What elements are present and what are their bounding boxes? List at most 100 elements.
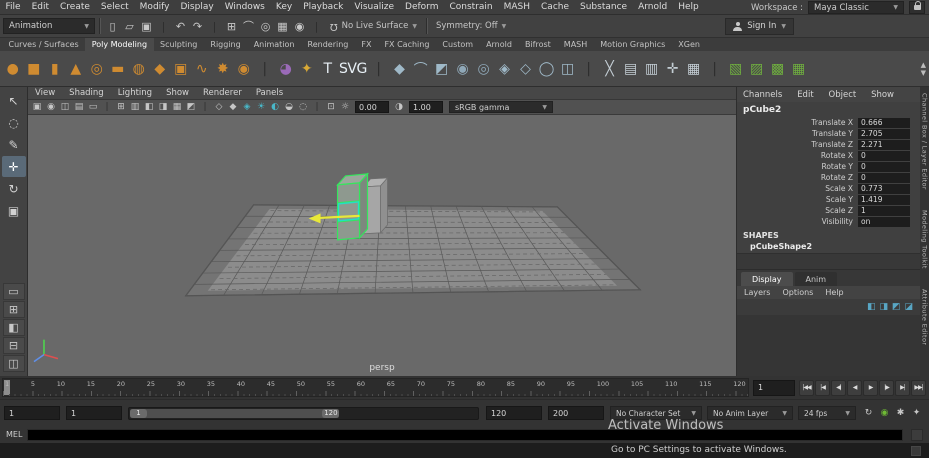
layer-options-icon[interactable]: ◪ xyxy=(904,302,913,312)
insert-edge-loop-icon[interactable]: ▤ xyxy=(620,54,641,84)
step-forward-frame-button[interactable]: ▶| xyxy=(895,379,910,396)
menu-item[interactable]: Playback xyxy=(298,2,349,12)
menu-item[interactable]: Substance xyxy=(575,2,633,12)
poly-cylinder-icon[interactable]: ▮ xyxy=(44,54,65,84)
poly-torus-icon[interactable]: ◎ xyxy=(86,54,107,84)
panel-menu-item[interactable]: Panels xyxy=(249,88,290,98)
poly-helix-icon[interactable]: ∿ xyxy=(191,54,212,84)
undo-icon[interactable]: ↶ xyxy=(172,18,189,35)
multi-cut-icon[interactable]: ╳ xyxy=(599,54,620,84)
shaded-icon[interactable]: ◆ xyxy=(226,101,240,114)
animation-preferences-icon[interactable]: ✱ xyxy=(893,406,908,421)
bevel-icon[interactable]: ◆ xyxy=(389,54,410,84)
gamma-field[interactable]: 1.00 xyxy=(409,101,443,113)
workspace-selector[interactable]: Maya Classic ▼ xyxy=(808,1,904,14)
channel-label[interactable]: Scale Z xyxy=(825,206,853,215)
layout-persp-graph[interactable]: ⊟ xyxy=(2,337,25,354)
poly-platonic-icon[interactable]: ◆ xyxy=(149,54,170,84)
shelf-tab[interactable]: Custom xyxy=(436,38,480,51)
save-scene-icon[interactable]: ▣ xyxy=(138,18,155,35)
channel-value-field[interactable]: 2.271 xyxy=(858,139,910,150)
channel-label[interactable]: Scale Y xyxy=(826,195,853,204)
snap-to-point-icon[interactable]: ◎ xyxy=(257,18,274,35)
range-slider[interactable]: 1 120 xyxy=(128,406,479,420)
quick-help-icon[interactable] xyxy=(911,445,921,456)
poly-disc-icon[interactable]: ◍ xyxy=(128,54,149,84)
channel-value-field[interactable]: on xyxy=(858,216,910,227)
super-ellipse-icon[interactable]: ✦ xyxy=(296,54,317,84)
layer-sort-icon[interactable]: ◧ xyxy=(867,302,876,312)
mirror-icon[interactable]: ◫ xyxy=(557,54,578,84)
type-tool-icon[interactable]: T xyxy=(317,54,338,84)
character-set-selector[interactable]: No Character Set ▼ xyxy=(610,406,702,420)
channel-box-menu-item[interactable]: Channels xyxy=(743,90,782,100)
channel-box-menu-item[interactable]: Show xyxy=(871,90,894,100)
viewport-canvas[interactable]: persp xyxy=(28,115,736,376)
range-start-handle[interactable]: 1 xyxy=(130,408,147,418)
extrude-icon[interactable]: ◩ xyxy=(431,54,452,84)
shelf-tab[interactable]: Rendering xyxy=(301,38,355,51)
sidebar-vertical-tab[interactable]: Modeling Toolkit xyxy=(921,210,929,269)
use-all-lights-icon[interactable]: ☀ xyxy=(254,101,268,114)
separator[interactable]: | xyxy=(578,54,599,84)
poly-pipe-icon[interactable]: ▣ xyxy=(170,54,191,84)
open-scene-icon[interactable]: ▱ xyxy=(121,18,138,35)
channel-value-field[interactable]: 0 xyxy=(858,161,910,172)
shelf-tab[interactable]: Poly Modeling xyxy=(85,38,154,51)
scale-tool[interactable]: ▣ xyxy=(2,200,26,221)
textured-icon[interactable]: ◈ xyxy=(240,101,254,114)
redo-icon[interactable]: ↷ xyxy=(189,18,206,35)
separator[interactable]: | xyxy=(198,101,212,114)
channel-label[interactable]: Translate Z xyxy=(811,140,853,149)
channel-value-field[interactable]: 0.773 xyxy=(858,183,910,194)
panel-menu-item[interactable]: Shading xyxy=(62,88,111,98)
boolean-difference-icon[interactable]: ◎ xyxy=(473,54,494,84)
sculpt-tool-icon[interactable]: ◕ xyxy=(275,54,296,84)
bookmarks-icon[interactable]: ▤ xyxy=(72,101,86,114)
no-live-surface-button[interactable]: Ω No Live Surface ▼ xyxy=(325,21,422,32)
layer-editor-menu-item[interactable]: Options xyxy=(782,288,813,297)
menu-item[interactable]: Arnold xyxy=(633,2,673,12)
separator[interactable]: | xyxy=(310,101,324,114)
motion-blur-icon[interactable]: ◌ xyxy=(296,101,310,114)
menu-item[interactable]: Modify xyxy=(134,2,175,12)
layer-editor-tab[interactable]: Anim xyxy=(794,272,838,286)
layer-editor-tab[interactable]: Display xyxy=(741,272,793,286)
green-modeling-icon-2[interactable]: ▨ xyxy=(746,54,767,84)
poly-soccer-ball-icon[interactable]: ◉ xyxy=(233,54,254,84)
channel-label[interactable]: Rotate Y xyxy=(821,162,853,171)
fps-selector[interactable]: 24 fps ▼ xyxy=(798,406,856,420)
channel-label[interactable]: Translate Y xyxy=(812,129,853,138)
green-modeling-icon-4[interactable]: ▦ xyxy=(788,54,809,84)
paint-select-tool[interactable]: ✎ xyxy=(2,134,26,155)
menu-item[interactable]: Create xyxy=(55,2,96,12)
symmetry-selector[interactable]: Symmetry: Off ▼ xyxy=(431,21,511,31)
script-editor-icon[interactable] xyxy=(911,428,923,441)
sidebar-vertical-tab[interactable]: Attribute Editor xyxy=(921,289,929,345)
layer-editor-menu-item[interactable]: Layers xyxy=(744,288,770,297)
channel-value-field[interactable]: 0 xyxy=(858,150,910,161)
workspace-lock-icon[interactable] xyxy=(909,1,925,14)
poly-plane-icon[interactable]: ▬ xyxy=(107,54,128,84)
channel-value-field[interactable]: 0 xyxy=(858,172,910,183)
menu-item[interactable]: Cache xyxy=(536,2,575,12)
green-modeling-icon-3[interactable]: ▩ xyxy=(767,54,788,84)
exposure-icon[interactable]: ☼ xyxy=(338,101,352,114)
layout-persp-outliner[interactable]: ◧ xyxy=(2,319,25,336)
command-language-button[interactable]: MEL xyxy=(0,430,27,439)
boolean-union-icon[interactable]: ◉ xyxy=(452,54,473,84)
channel-label[interactable]: Translate X xyxy=(811,118,853,127)
play-forwards-button[interactable]: ▶ xyxy=(863,379,878,396)
shelf-tab[interactable]: Bifrost xyxy=(518,38,557,51)
poly-cube-icon[interactable]: ■ xyxy=(23,54,44,84)
menu-item[interactable]: Help xyxy=(673,2,705,12)
channel-label[interactable]: Rotate Z xyxy=(821,173,853,182)
new-empty-layer-icon[interactable]: ◨ xyxy=(879,302,888,312)
shelf-tab[interactable]: Arnold xyxy=(480,38,519,51)
play-backwards-button[interactable]: ◀ xyxy=(847,379,862,396)
channel-value-field[interactable]: 1 xyxy=(858,205,910,216)
grid-toggle-icon[interactable]: ⊞ xyxy=(114,101,128,114)
time-settings-icon[interactable]: ✦ xyxy=(909,406,924,421)
playback-start-field[interactable]: 1 xyxy=(66,406,122,420)
playback-loop-icon[interactable]: ↻ xyxy=(861,406,876,421)
